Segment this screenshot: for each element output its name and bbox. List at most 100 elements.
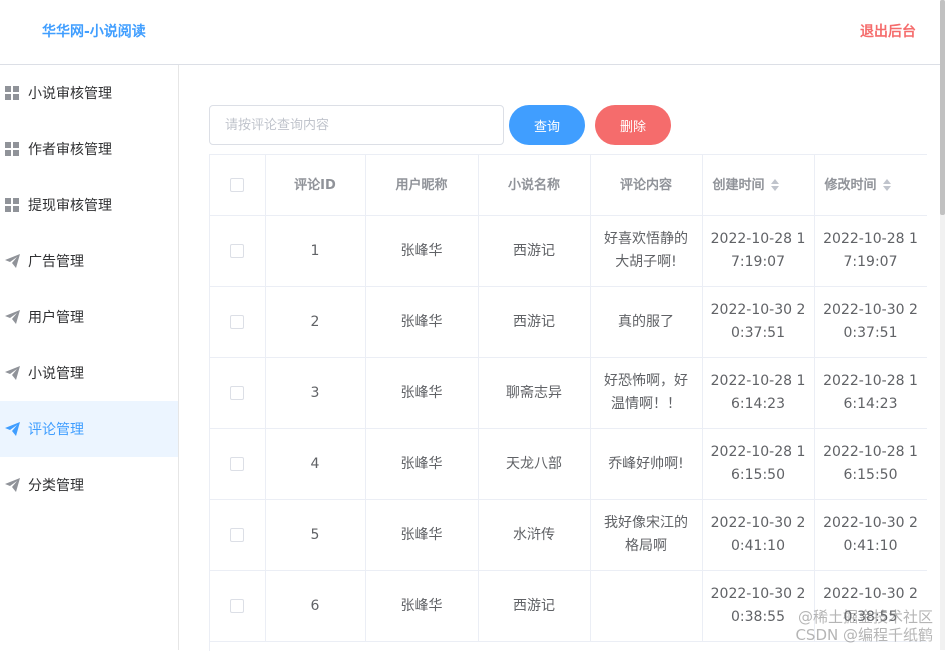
sidebar-item-label: 作者审核管理	[28, 142, 112, 158]
cell-created: 2022-10-28 16:14:23	[702, 357, 815, 429]
header-created-time[interactable]: 创建时间	[702, 155, 815, 216]
row-checkbox[interactable]	[230, 314, 245, 329]
page-scrollbar[interactable]	[940, 0, 945, 650]
cell-novel: 天龙八部	[478, 428, 591, 500]
cell-novel: 西游记	[478, 215, 591, 287]
cell-user: 张峰华	[365, 357, 479, 429]
cell-id: 4	[265, 428, 366, 500]
paper-plane-icon	[4, 365, 20, 381]
sidebar-item-label: 用户管理	[28, 310, 84, 326]
table-header-row: 评论ID 用户昵称 小说名称 评论内容 创建时间 修改时间	[210, 155, 927, 216]
cell-created: 2022-10-28 16:15:50	[702, 428, 815, 500]
sidebar-item-5[interactable]: 小说管理	[0, 345, 178, 401]
table-row[interactable]: 2 张峰华 西游记 真的服了 2022-10-30 20:37:51 2022-10-30…	[210, 286, 927, 358]
cell-user: 张峰华	[365, 286, 479, 358]
cell-novel: 西游记	[478, 570, 591, 642]
watermark: @稀土掘金技术社区 CSDN @编程千纸鹤	[795, 608, 933, 644]
row-checkbox[interactable]	[230, 243, 245, 258]
row-checkbox[interactable]	[230, 527, 245, 542]
brand-title[interactable]: 华华网-小说阅读	[42, 21, 146, 41]
select-all-checkbox[interactable]	[230, 178, 245, 192]
sort-caret-icon[interactable]	[770, 179, 779, 191]
grid-icon	[4, 141, 20, 157]
row-select-cell	[210, 570, 266, 642]
select-all-cell	[210, 155, 266, 216]
cell-user: 张峰华	[365, 499, 479, 571]
watermark-line-2: CSDN @编程千纸鹤	[795, 626, 933, 644]
cell-id: 3	[265, 357, 366, 429]
cell-created: 2022-10-30 20:41:10	[702, 499, 815, 571]
sidebar-item-label: 分类管理	[28, 478, 84, 494]
header-comment-id: 评论ID	[265, 155, 366, 216]
cell-id: 6	[265, 570, 366, 642]
header-user-nickname: 用户昵称	[365, 155, 479, 216]
sidebar-item-3[interactable]: 广告管理	[0, 233, 178, 289]
table-row[interactable]: 3 张峰华 聊斋志异 好恐怖啊，好温情啊！！ 2022-10-28 16:14:23 20…	[210, 357, 927, 429]
cell-novel: 西游记	[478, 286, 591, 358]
cell-novel: 聊斋志异	[478, 357, 591, 429]
delete-button[interactable]: 删除	[595, 105, 671, 145]
sidebar-item-2[interactable]: 提现审核管理	[0, 177, 178, 233]
header-novel-name: 小说名称	[478, 155, 591, 216]
cell-content: 好恐怖啊，好温情啊！！	[590, 357, 703, 429]
query-button[interactable]: 查询	[509, 105, 585, 145]
cell-id: 2	[265, 286, 366, 358]
header-comment-content: 评论内容	[590, 155, 703, 216]
comments-table: 评论ID 用户昵称 小说名称 评论内容 创建时间 修改时间 1 张峰华 西游记 好喜欢…	[209, 154, 927, 651]
cell-content: 乔峰好帅啊!	[590, 428, 703, 500]
row-checkbox[interactable]	[230, 598, 245, 613]
sidebar-item-7[interactable]: 分类管理	[0, 457, 178, 513]
sidebar-item-label: 提现审核管理	[28, 198, 112, 214]
paper-plane-icon	[4, 421, 20, 437]
watermark-line-1: @稀土掘金技术社区	[797, 608, 933, 626]
row-select-cell	[210, 357, 266, 429]
cell-modified: 2022-10-28 16:14:23	[814, 357, 927, 429]
row-select-cell	[210, 215, 266, 287]
sidebar-item-4[interactable]: 用户管理	[0, 289, 178, 345]
top-header: 华华网-小说阅读 退出后台	[0, 0, 940, 65]
cell-created: 2022-10-28 17:19:07	[702, 215, 815, 287]
sidebar-item-6[interactable]: 评论管理	[0, 401, 178, 457]
grid-icon	[4, 197, 20, 213]
sidebar-item-label: 评论管理	[28, 422, 84, 438]
table-row[interactable]: 5 张峰华 水浒传 我好像宋江的格局啊 2022-10-30 20:41:10 2022-…	[210, 499, 927, 571]
cell-id: 5	[265, 499, 366, 571]
cell-user: 张峰华	[365, 215, 479, 287]
paper-plane-icon	[4, 253, 20, 269]
header-modified-time[interactable]: 修改时间	[814, 155, 927, 216]
row-select-cell	[210, 286, 266, 358]
search-input[interactable]	[209, 105, 504, 145]
cell-content: 真的服了	[590, 286, 703, 358]
cell-content: 好喜欢悟静的大胡子啊!	[590, 215, 703, 287]
grid-icon	[4, 85, 20, 101]
logout-link[interactable]: 退出后台	[860, 21, 916, 41]
paper-plane-icon	[4, 309, 20, 325]
row-select-cell	[210, 428, 266, 500]
sort-caret-icon[interactable]	[882, 179, 891, 191]
sidebar-item-label: 广告管理	[28, 254, 84, 270]
header-created-label: 创建时间	[712, 177, 765, 193]
cell-created: 2022-10-30 20:37:51	[702, 286, 815, 358]
row-select-cell	[210, 499, 266, 571]
cell-content: 我好像宋江的格局啊	[590, 499, 703, 571]
table-row[interactable]: 1 张峰华 西游记 好喜欢悟静的大胡子啊! 2022-10-28 17:19:07 202…	[210, 215, 927, 287]
cell-modified: 2022-10-28 16:15:50	[814, 428, 927, 500]
scrollbar-thumb[interactable]	[940, 0, 945, 215]
sidebar-menu: 小说审核管理 作者审核管理 提现审核管理 广告管理用户管理小说管理评论管理分类管理	[0, 65, 179, 650]
cell-user: 张峰华	[365, 570, 479, 642]
sidebar-item-0[interactable]: 小说审核管理	[0, 65, 178, 121]
cell-user: 张峰华	[365, 428, 479, 500]
cell-modified: 2022-10-30 20:41:10	[814, 499, 927, 571]
cell-content	[590, 570, 703, 642]
cell-id: 1	[265, 215, 366, 287]
header-modified-label: 修改时间	[824, 177, 877, 193]
table-row[interactable]: 4 张峰华 天龙八部 乔峰好帅啊! 2022-10-28 16:15:50 2022-10…	[210, 428, 927, 500]
row-checkbox[interactable]	[230, 456, 245, 471]
sidebar-item-label: 小说审核管理	[28, 86, 112, 102]
cell-modified: 2022-10-30 20:37:51	[814, 286, 927, 358]
sidebar-item-1[interactable]: 作者审核管理	[0, 121, 178, 177]
row-checkbox[interactable]	[230, 385, 245, 400]
paper-plane-icon	[4, 477, 20, 493]
cell-modified: 2022-10-28 17:19:07	[814, 215, 927, 287]
cell-novel: 水浒传	[478, 499, 591, 571]
